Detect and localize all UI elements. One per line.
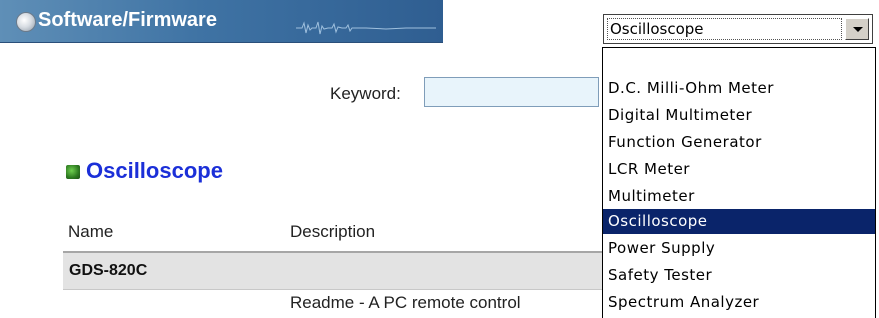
dropdown-option-spectrum-analyzer[interactable]: Spectrum Analyzer: [603, 290, 875, 315]
product-row: GDS-820C: [63, 253, 608, 290]
chevron-down-icon[interactable]: [845, 18, 869, 40]
page-header-banner: Software/Firmware: [0, 0, 443, 43]
dropdown-option-digital-multimeter[interactable]: Digital Multimeter: [603, 103, 875, 128]
item-description: Readme - A PC remote control: [290, 293, 521, 312]
category-dropdown-list: D.C. Milli-Ohm Meter Digital Multimeter …: [602, 47, 876, 318]
circle-bullet-icon: [16, 12, 36, 32]
category-select-value: Oscilloscope: [607, 18, 842, 40]
dropdown-option-safety-tester[interactable]: Safety Tester: [603, 263, 875, 288]
category-select[interactable]: Oscilloscope: [603, 14, 873, 44]
green-bullet-icon: [66, 165, 80, 179]
page-title: Software/Firmware: [38, 9, 217, 31]
waveform-icon: [296, 21, 436, 35]
keyword-label: Keyword:: [330, 84, 401, 103]
column-header-description: Description: [290, 222, 376, 241]
dropdown-option-power-supply[interactable]: Power Supply: [603, 236, 875, 261]
dropdown-option-dc-milli-ohm-meter[interactable]: D.C. Milli-Ohm Meter: [603, 76, 875, 101]
keyword-input[interactable]: [424, 77, 599, 107]
column-header-name: Name: [68, 222, 114, 241]
section-title: Oscilloscope: [86, 158, 223, 183]
dropdown-option-oscilloscope[interactable]: Oscilloscope: [603, 209, 875, 234]
product-name: GDS-820C: [69, 262, 148, 279]
dropdown-option-function-generator[interactable]: Function Generator: [603, 130, 875, 155]
dropdown-option-lcr-meter[interactable]: LCR Meter: [603, 157, 875, 182]
dropdown-option-multimeter[interactable]: Multimeter: [603, 184, 875, 209]
dropdown-option-blank[interactable]: [603, 49, 875, 74]
